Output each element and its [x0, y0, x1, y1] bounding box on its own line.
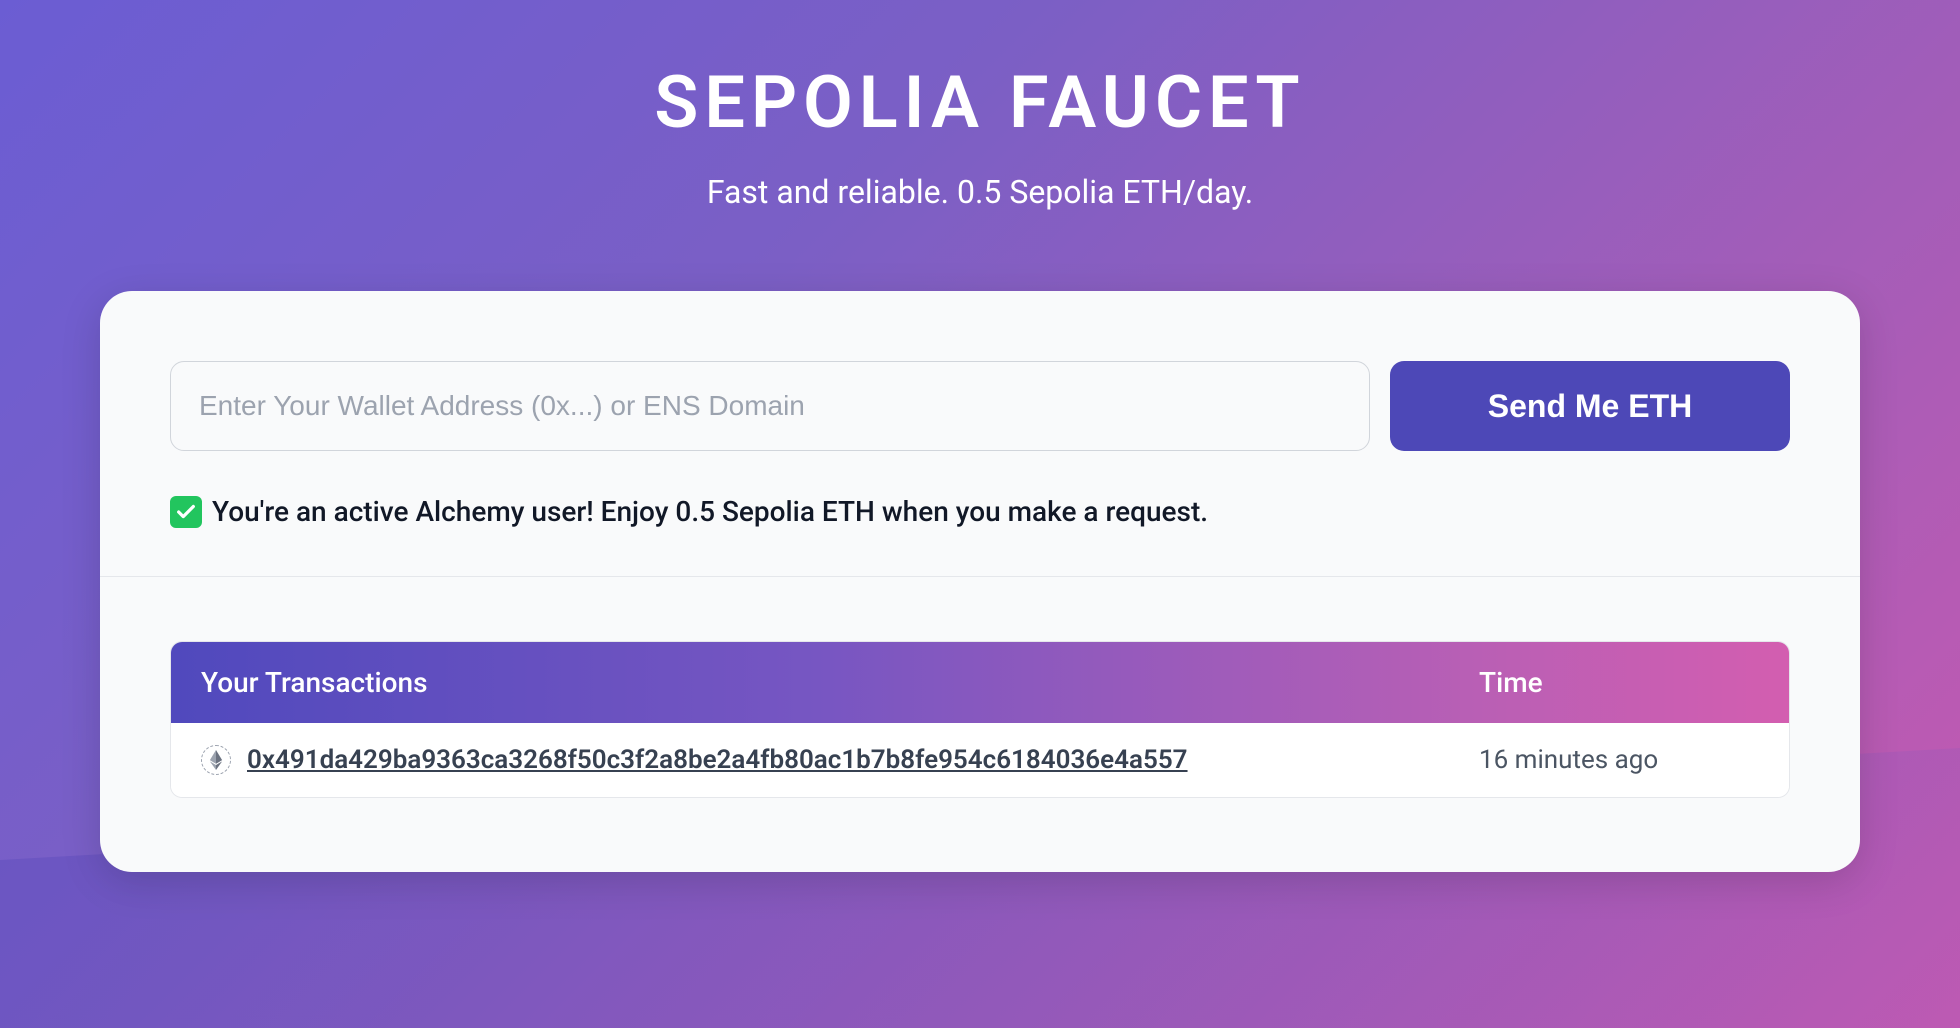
- transactions-table: Your Transactions Time 0: [170, 641, 1790, 798]
- th-time: Time: [1479, 666, 1759, 699]
- status-message-row: You're an active Alchemy user! Enjoy 0.5…: [170, 495, 1790, 528]
- table-row: 0x491da429ba9363ca3268f50c3f2a8be2a4fb80…: [171, 723, 1789, 797]
- check-icon: [170, 496, 202, 528]
- transaction-hash-link[interactable]: 0x491da429ba9363ca3268f50c3f2a8be2a4fb80…: [247, 745, 1188, 775]
- page-subtitle: Fast and reliable. 0.5 Sepolia ETH/day.: [707, 173, 1253, 211]
- page-title: SEPOLIA FAUCET: [654, 60, 1305, 145]
- table-header: Your Transactions Time: [171, 642, 1789, 723]
- th-transactions: Your Transactions: [201, 666, 1479, 699]
- wallet-address-input[interactable]: [170, 361, 1370, 451]
- faucet-card: Send Me ETH You're an active Alchemy use…: [100, 291, 1860, 872]
- status-text: You're an active Alchemy user! Enjoy 0.5…: [212, 495, 1208, 528]
- send-eth-button[interactable]: Send Me ETH: [1390, 361, 1790, 451]
- transaction-time: 16 minutes ago: [1479, 745, 1759, 775]
- ethereum-icon: [201, 745, 231, 775]
